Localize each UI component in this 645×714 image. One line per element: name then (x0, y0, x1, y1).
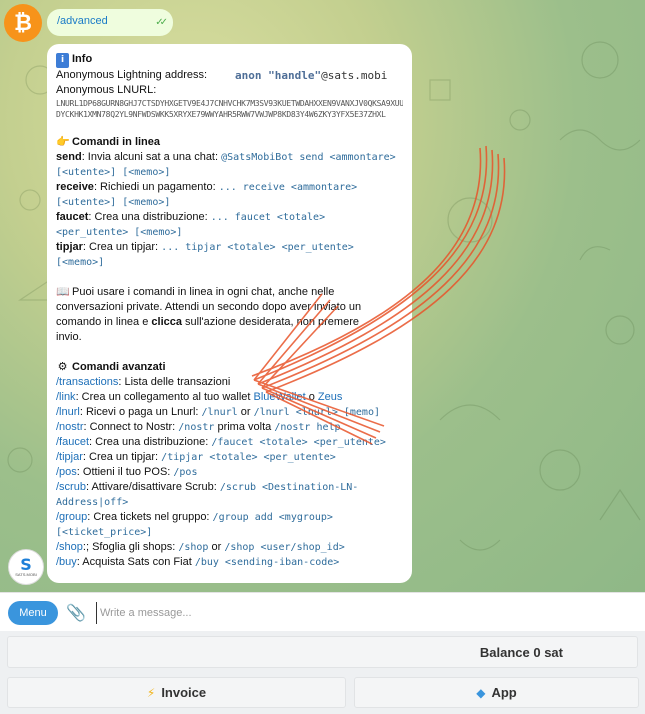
tipjar-adv-command[interactable]: /tipjar (56, 451, 83, 463)
tipjar-command[interactable]: ... tipjar <totale> <per_utente> (161, 242, 354, 253)
message-input[interactable] (96, 602, 602, 624)
invoice-button[interactable]: ⚡ Invoice (7, 677, 346, 708)
send-command-args[interactable]: [<utente>] [<memo>] (56, 167, 170, 178)
tipjar-command-args[interactable]: [<memo>] (56, 257, 104, 268)
info-icon: i (56, 53, 69, 68)
group-command[interactable]: /group (56, 511, 87, 523)
scrub-command[interactable]: /scrub (56, 481, 86, 493)
book-icon: 📖 (56, 285, 70, 298)
shop-command[interactable]: /shop (56, 541, 83, 553)
app-button[interactable]: ◆ App (354, 677, 639, 708)
composer-bar: Menu 📎 (0, 592, 645, 631)
advanced-heading: ⚙ Comandi avanzati (57, 360, 166, 373)
balance-button[interactable]: Balance 0 sat (7, 636, 638, 668)
receive-command-args[interactable]: [<utente>] [<memo>] (56, 197, 170, 208)
menu-button[interactable]: Menu (8, 601, 58, 625)
note-line3: comando in linea e clicca sull'azione de… (56, 316, 359, 328)
nostr-command[interactable]: /nostr (56, 421, 84, 433)
lnurl-value-line1[interactable]: LNURL1DP68GURN8GHJ7CTSDYHXGETV9E4J7CNHVC… (56, 98, 403, 109)
send-command[interactable]: @SatsMobiBot send <ammontare> (221, 152, 396, 163)
double-check-icon: ✓✓ (155, 17, 168, 28)
faucet-command[interactable]: ... faucet <totale> (211, 212, 325, 223)
lnurl-command[interactable]: /lnurl (56, 406, 80, 418)
bluewallet-link[interactable]: BlueWallet (254, 391, 306, 403)
zeus-link[interactable]: Zeus (318, 391, 342, 403)
attach-icon[interactable]: 📎 (66, 603, 86, 622)
note-line1: 📖 Puoi usare i comandi in linea in ogni c… (56, 285, 335, 298)
lightning-icon: ⚡ (146, 685, 156, 700)
faucet-adv-command[interactable]: /faucet (56, 436, 89, 448)
handle-domain: @sats.mobi (321, 69, 388, 82)
buy-command[interactable]: /buy (56, 556, 77, 568)
gear-icon: ⚙ (57, 360, 68, 373)
receive-command[interactable]: ... receive <ammontare> (219, 182, 357, 193)
cube-icon: ◆ (476, 685, 486, 700)
satsmobi-icon[interactable]: S SATS.MOBI (8, 549, 44, 585)
bot-message[interactable]: i Info Anonymous Lightning address: Anony… (47, 44, 412, 583)
transactions-command[interactable]: /transactions (56, 376, 118, 388)
lnurl-value-line2[interactable]: DYCKHK1XMN78Q2YL9NFWDSWKK5XRYXE79WWYAHR5… (56, 109, 403, 120)
anon-handle[interactable]: anon "handle"@sats.mobi (235, 68, 387, 83)
outgoing-message-text: /advanced (57, 15, 108, 27)
bitcoin-icon[interactable]: ₿ (4, 4, 42, 42)
chat-background: ₿ /advanced ✓✓ i Info Anonymous Lightning… (0, 0, 645, 592)
pos-command[interactable]: /pos (56, 466, 77, 478)
info-heading: i Info (56, 52, 403, 68)
faucet-command-args[interactable]: <per_utente> [<memo>] (56, 227, 182, 238)
link-command[interactable]: /link (56, 391, 76, 403)
outgoing-message[interactable]: /advanced ✓✓ (47, 9, 173, 36)
note-line2: conversazioni private. Attendi un second… (56, 301, 362, 313)
inline-heading: 👉 Comandi in linea (56, 135, 161, 148)
pointing-hand-icon: 👉 (56, 135, 70, 148)
handle-placeholder: anon "handle" (235, 69, 322, 82)
note-line4: invio. (56, 331, 82, 343)
lnurl-label: Anonymous LNURL: (56, 84, 157, 96)
